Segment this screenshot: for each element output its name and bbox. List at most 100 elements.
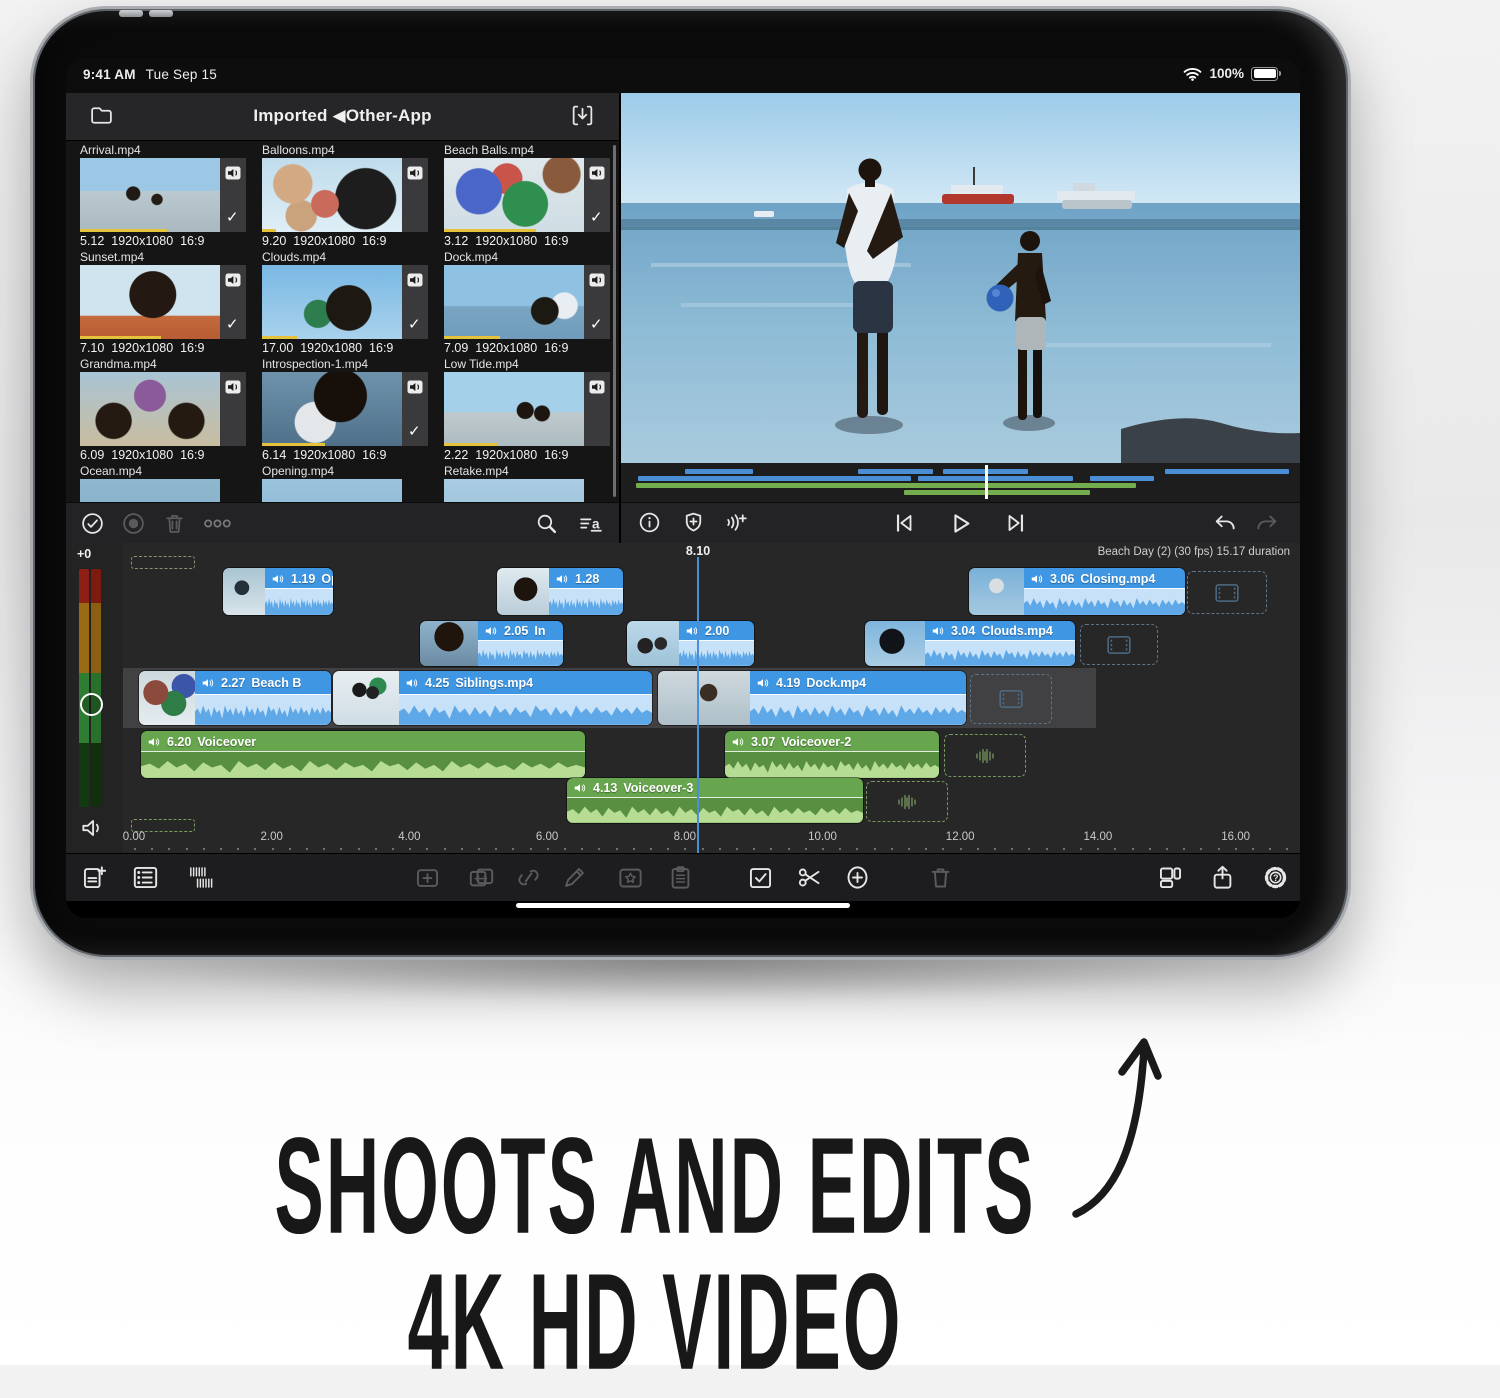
ruler-label: 0.00 [122, 831, 146, 843]
ruler-tick [443, 848, 446, 850]
share-export-icon[interactable] [1209, 864, 1236, 891]
layout-icon[interactable] [1157, 864, 1184, 891]
ruler-tick [908, 848, 910, 850]
library-clip[interactable]: Retake.mp4 [444, 463, 610, 503]
add-circle-icon[interactable] [844, 864, 871, 891]
timeline-clip-siblings-mp4[interactable]: 4.25 Siblings.mp4 [333, 671, 652, 725]
settings-gear-icon[interactable]: ? [1262, 864, 1289, 891]
clip-rail: ✓ [220, 265, 246, 339]
clip-name: Introspection-1.mp4 [262, 357, 369, 371]
clip-thumbnail [262, 479, 402, 503]
more-ellipsis-icon[interactable] [203, 511, 231, 536]
redo-icon[interactable] [1254, 510, 1280, 536]
ruler-tick [581, 848, 584, 850]
clipboard-icon[interactable] [667, 864, 694, 891]
timeline-clip-clouds-mp4[interactable]: 3.04 Clouds.mp4 [865, 621, 1075, 666]
audio-placeholder [866, 781, 948, 822]
library-clip[interactable]: Grandma.mp4 6.09 1920x1080 16:9 [80, 356, 252, 463]
clip-rail [402, 158, 428, 232]
undo-icon[interactable] [1212, 510, 1238, 536]
search-icon[interactable] [534, 511, 559, 536]
clip-title: Siblings.mp4 [455, 676, 534, 691]
sort-icon[interactable]: a [578, 511, 603, 536]
trash-icon[interactable] [162, 511, 187, 536]
effects-star-icon[interactable] [617, 864, 644, 891]
timeline-ruler[interactable]: 0.00 2.00 4.00 6.00 8.00 10.00 12.00 14.00 16.00 [123, 831, 1300, 853]
skip-forward-icon[interactable] [1003, 510, 1029, 536]
clip-label: 3.07 Voiceover-2 [725, 731, 939, 753]
import-icon[interactable] [569, 103, 597, 129]
play-icon[interactable] [947, 510, 973, 536]
meter-knob[interactable] [80, 693, 103, 716]
speaker-icon[interactable] [79, 815, 105, 841]
ruler-tick [787, 848, 790, 850]
timeline-clip-voiceover[interactable]: 6.20 Voiceover [141, 731, 585, 778]
media-type-icon [407, 273, 423, 292]
preview-frame [621, 93, 1300, 463]
timeline-panel: Beach Day (2) (30 fps) 15.17 duration 1.… [66, 543, 1300, 853]
level-meter [79, 569, 103, 807]
timeline-clip-2-00[interactable]: 2.00 [627, 621, 754, 666]
ruler-tick [804, 848, 807, 850]
select-check-icon[interactable] [747, 864, 774, 891]
clip-waveform [399, 694, 652, 725]
clip-rail: ✓ [584, 158, 610, 232]
library-clip[interactable]: Ocean.mp4 [80, 463, 252, 503]
playhead[interactable] [697, 557, 699, 853]
link-clips-icon[interactable] [515, 864, 542, 891]
timeline-clip-voiceover-2[interactable]: 3.07 Voiceover-2 [725, 731, 939, 778]
timeline-clip-oper[interactable]: 1.19 Oper [223, 568, 333, 615]
library-clip[interactable]: Sunset.mp4 ✓ 7.10 1920x1080 16:9 [80, 249, 252, 356]
ruler-tick [409, 848, 412, 850]
insert-clip-icon[interactable] [414, 864, 441, 891]
clip-frame-thumb [865, 621, 925, 666]
overview-playhead[interactable] [985, 465, 988, 499]
clip-metadata: 6.09 1920x1080 16:9 [80, 448, 205, 462]
timeline-clip-1-28[interactable]: 1.28 [497, 568, 623, 615]
audio-plus-icon[interactable] [723, 510, 749, 536]
storyboard-view-icon[interactable] [132, 864, 159, 891]
library-clip[interactable]: Introspection-1.mp4 ✓ 6.14 1920x1080 16:… [262, 356, 434, 463]
clip-thumbnail [80, 479, 220, 503]
shield-plus-icon[interactable] [681, 510, 707, 536]
edit-pencil-icon[interactable] [561, 864, 588, 891]
clip-name: Opening.mp4 [262, 464, 335, 478]
info-icon[interactable] [637, 510, 663, 536]
clip-frame-thumb [139, 671, 195, 725]
tracks-view-icon[interactable] [188, 864, 215, 891]
timeline-clip-dock-mp4[interactable]: 4.19 Dock.mp4 [658, 671, 966, 725]
timeline-clip-voiceover-3[interactable]: 4.13 Voiceover-3 [567, 778, 863, 823]
skip-back-icon[interactable] [891, 510, 917, 536]
clip-thumbnail: ✓ [80, 158, 246, 232]
select-mode-icon[interactable] [80, 511, 105, 536]
overview-clip-bar [636, 483, 1025, 488]
volume-up-button[interactable] [119, 10, 143, 17]
add-media-icon[interactable] [81, 864, 108, 891]
timeline-clip-in[interactable]: 2.05 In [420, 621, 563, 666]
ruler-tick [650, 848, 652, 850]
timeline-clip-closing-mp4[interactable]: 3.06 Closing.mp4 [969, 568, 1185, 615]
library-clip[interactable]: Opening.mp4 [262, 463, 434, 503]
library-clip[interactable]: Arrival.mp4 ✓ 5.12 1920x1080 16:9 [80, 142, 252, 249]
library-scrollbar[interactable] [612, 145, 616, 497]
split-scissors-icon[interactable] [796, 864, 823, 891]
clip-label: 1.19 Oper [265, 568, 333, 590]
volume-down-button[interactable] [149, 10, 173, 17]
library-clip[interactable]: Balloons.mp4 9.20 1920x1080 16:9 [262, 142, 434, 249]
library-clip[interactable]: Clouds.mp4 ✓ 17.00 1920x1080 16:9 [262, 249, 434, 356]
usage-bar [444, 228, 537, 232]
delete-clip-icon[interactable] [927, 864, 954, 891]
library-clip[interactable]: Beach Balls.mp4 ✓ 3.12 1920x1080 16:9 [444, 142, 610, 249]
ruler-tick [1234, 848, 1237, 850]
record-icon[interactable] [121, 511, 146, 536]
overview-clip-bar [1165, 469, 1289, 474]
library-clip[interactable]: Low Tide.mp4 2.22 1920x1080 16:9 [444, 356, 610, 463]
home-indicator[interactable] [516, 903, 850, 908]
timeline-clip-beach-b[interactable]: 2.27 Beach B [139, 671, 331, 725]
video-preview [621, 93, 1300, 543]
clip-label: 4.13 Voiceover-3 [567, 778, 863, 799]
overwrite-clip-icon[interactable] [468, 864, 495, 891]
clip-label: 2.27 Beach B [195, 671, 331, 696]
library-clip[interactable]: Dock.mp4 ✓ 7.09 1920x1080 16:9 [444, 249, 610, 356]
media-type-icon [225, 166, 241, 185]
